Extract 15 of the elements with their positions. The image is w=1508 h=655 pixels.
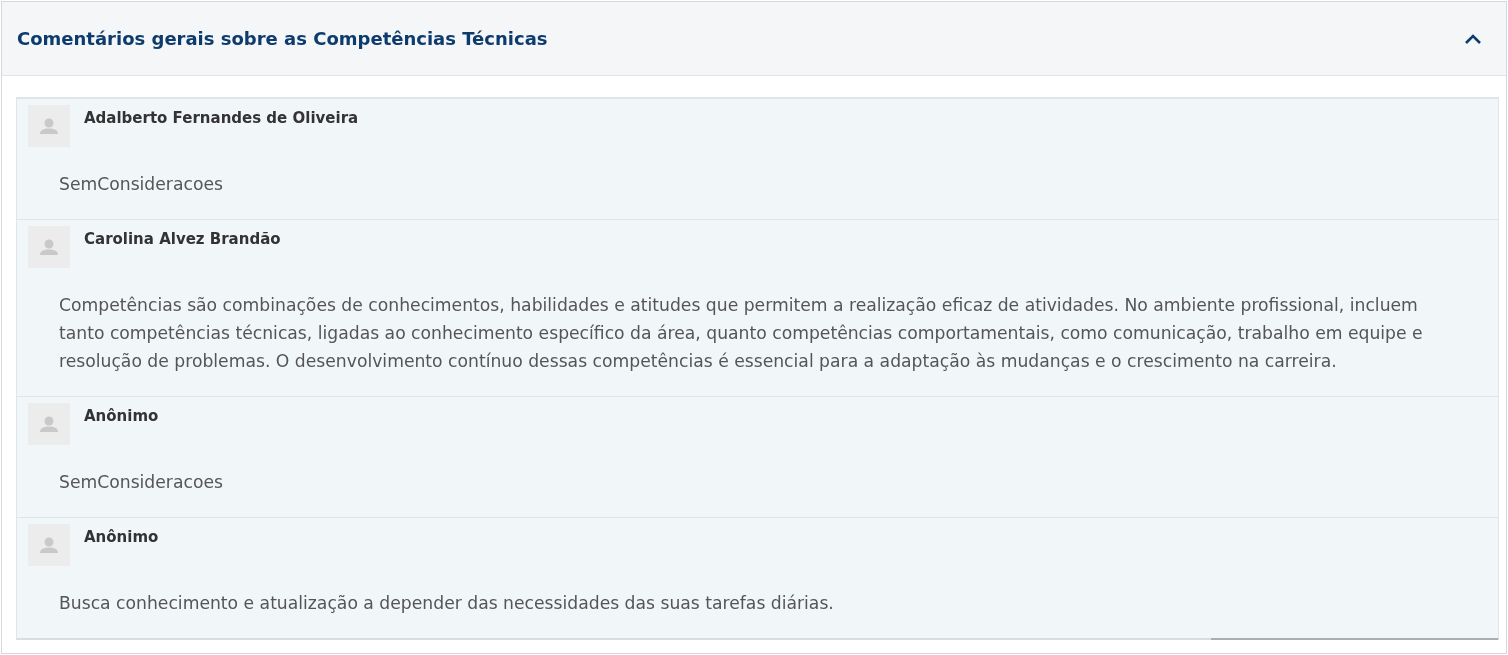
panel-title: Comentários gerais sobre as Competências Técnicas — [17, 28, 548, 49]
author-name: Anônimo — [84, 528, 159, 546]
user-avatar-icon — [28, 403, 70, 445]
comment-text: SemConsideracoes — [59, 471, 224, 494]
comment-text: Competências são combinações de conhecimentos, habilidades e atitudes que permitem a realização eficaz de atividades. No ambiente profissional, incluem tanto competências técnicas, ligadas ao conhecimento específico da área, quanto competências comportamentais, como comunicação, trabalho em equipe e resolução de problemas. O desenvolvimento contínuo dessas competências é essencial para a adaptação às mudanças e o crescimento na carreira. — [59, 294, 1424, 373]
comment-text: Busca conhecimento e atualização a depender das necessidades das suas tarefas diárias. — [59, 592, 835, 615]
user-avatar-icon — [28, 105, 70, 147]
user-avatar-icon — [28, 524, 70, 566]
author-name: Anônimo — [84, 407, 159, 425]
chevron-icon — [1464, 32, 1482, 45]
user-avatar-icon — [28, 226, 70, 268]
author-name: Carolina Alvez Brandão — [84, 230, 281, 248]
scrollbar-thumb[interactable] — [1211, 638, 1498, 640]
comment-text: SemConsideracoes — [59, 173, 224, 196]
author-name: Adalberto Fernandes de Oliveira — [84, 109, 359, 127]
